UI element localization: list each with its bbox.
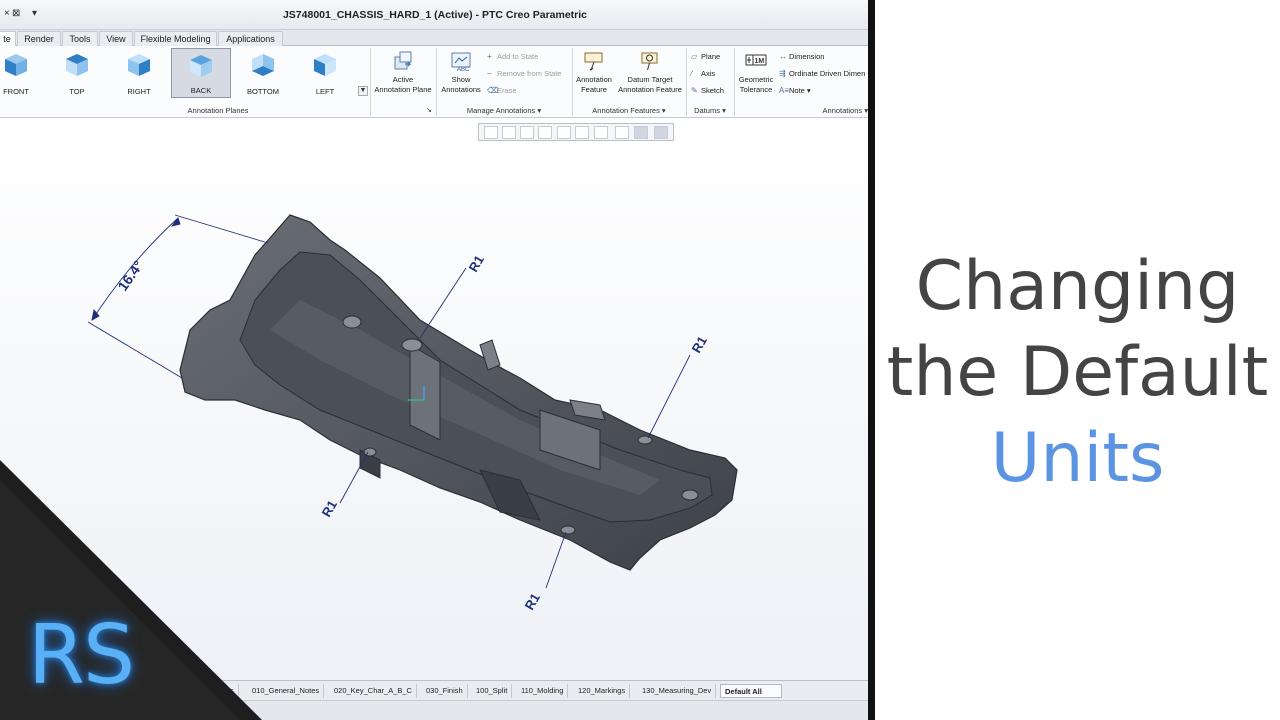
- show-annotations-button[interactable]: ABC Show Annotations: [438, 49, 484, 95]
- chassis-wall: [409, 344, 441, 441]
- boss: [681, 489, 699, 501]
- geometric-tolerance-button[interactable]: 1M Geometric Tolerance: [736, 49, 776, 95]
- ordinate-driven-dimension-button[interactable]: ⇶ Ordinate Driven Dimen: [779, 69, 865, 79]
- note-button[interactable]: A≡Note ▾: [779, 86, 811, 96]
- sketch-icon: ✎: [691, 86, 698, 95]
- frame-divider: [868, 0, 875, 720]
- group-label-annotations[interactable]: Annotations ▾: [734, 104, 870, 117]
- radius-dimension-text[interactable]: R1: [466, 253, 487, 275]
- cmd-label: Feature: [581, 85, 607, 94]
- radius-dimension-text[interactable]: R1: [689, 334, 710, 356]
- state-tab[interactable]: 130_Measuring_Dev: [638, 684, 717, 698]
- annotation-feature-icon: [584, 52, 603, 71]
- state-tab[interactable]: 100_Split: [472, 684, 513, 698]
- state-tab[interactable]: 030_Finish: [422, 684, 468, 698]
- headline-line-2: the Default: [886, 333, 1269, 412]
- state-tab-default-all[interactable]: Default All: [720, 684, 782, 698]
- title-panel: Changing the Default Units: [875, 0, 1280, 720]
- datum-target-icon: [641, 52, 658, 71]
- add-icon: +: [487, 52, 492, 61]
- plane-icon: ▱: [691, 52, 698, 61]
- channel-logo: RS: [28, 608, 135, 703]
- show-annotations-icon: ABC: [451, 52, 471, 73]
- cmd-label: Geometric: [738, 75, 774, 84]
- headline-line-1: Changing: [915, 247, 1240, 326]
- view-label: LEFT: [315, 87, 335, 96]
- group-label-datums[interactable]: Datums ▾: [686, 104, 734, 117]
- add-to-state-button[interactable]: + Add to State: [487, 52, 538, 62]
- datum-axis-button[interactable]: ∕ Axis: [691, 69, 715, 79]
- axis-icon: ∕: [691, 69, 693, 78]
- boss: [637, 435, 653, 445]
- boss: [342, 315, 362, 329]
- radius-dimension-text[interactable]: R1: [522, 591, 543, 613]
- boss: [560, 525, 576, 535]
- view-cube-icon: [314, 54, 336, 76]
- svg-text:ABC: ABC: [457, 67, 470, 73]
- remove-icon: −: [487, 69, 492, 78]
- group-label-manage-annotations[interactable]: Manage Annotations ▾: [436, 104, 572, 117]
- dimension-button[interactable]: ↔ Dimension: [779, 52, 824, 62]
- boss: [401, 338, 423, 352]
- svg-text:1M: 1M: [755, 58, 765, 65]
- ordinate-icon: ⇶: [779, 69, 786, 78]
- headline-line-3: Units: [990, 419, 1165, 498]
- group-launcher-icon[interactable]: ↘: [426, 104, 432, 117]
- sketch-button[interactable]: ✎ Sketch: [691, 86, 724, 96]
- cmd-label: Annotation Plane: [374, 85, 432, 94]
- radius-dimension-text[interactable]: R1: [319, 498, 340, 520]
- erase-button[interactable]: ⌫Erase: [487, 86, 517, 96]
- gallery-scroll-button[interactable]: ▼: [358, 86, 368, 96]
- state-tab[interactable]: 020_Key_Char_A_B_C: [330, 684, 417, 698]
- annotation-feature-button[interactable]: Annotation Feature: [573, 49, 615, 95]
- view-left-button[interactable]: LEFT: [295, 48, 355, 98]
- eraser-icon: ⌫: [487, 86, 499, 95]
- cmd-label: Active: [392, 75, 414, 84]
- geometric-tolerance-icon: 1M: [745, 54, 767, 66]
- state-tab[interactable]: 120_Markings: [574, 684, 631, 698]
- cmd-label: Show: [451, 75, 471, 84]
- remove-from-state-button[interactable]: − Remove from State: [487, 69, 562, 79]
- cmd-label: Datum Target: [627, 75, 673, 84]
- state-tab[interactable]: 110_Molding: [517, 684, 569, 698]
- cmd-label: Tolerance: [739, 85, 773, 94]
- note-icon: A≡: [779, 86, 790, 95]
- group-label-annotation-features[interactable]: Annotation Features ▾: [572, 104, 686, 117]
- cmd-label: Annotations: [441, 85, 481, 94]
- dimension-icon: ↔: [779, 52, 787, 61]
- boss: [363, 447, 377, 457]
- datum-target-annotation-feature-button[interactable]: Datum Target Annotation Feature: [616, 49, 684, 95]
- cmd-label: Annotation: [576, 75, 612, 84]
- active-annotation-plane-button[interactable]: Active Annotation Plane: [372, 49, 434, 95]
- annotation-plane-icon: [394, 51, 412, 70]
- datum-plane-button[interactable]: ▱ Plane: [691, 52, 720, 62]
- cmd-label: Annotation Feature: [618, 85, 682, 94]
